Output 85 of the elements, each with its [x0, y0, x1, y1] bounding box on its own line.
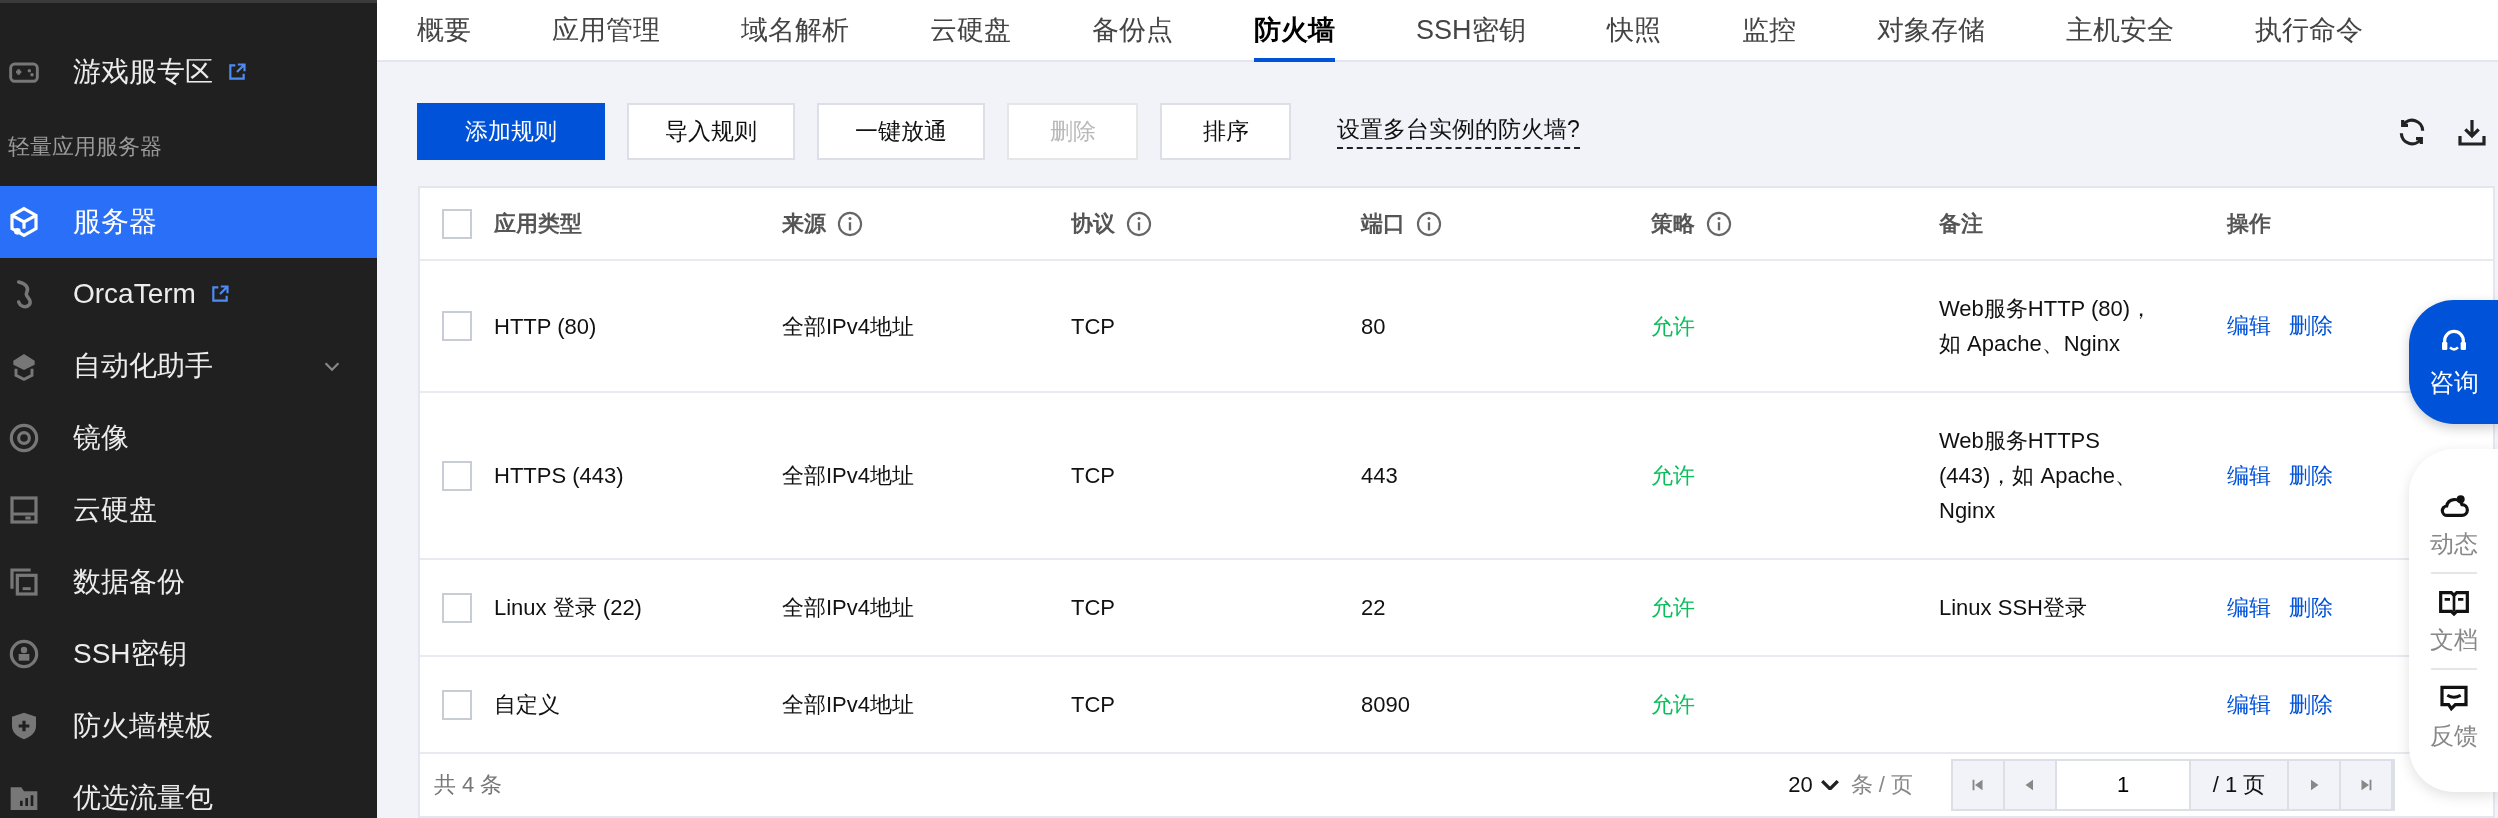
column-header: 备注: [1939, 209, 1983, 238]
side-panel-item[interactable]: 动态: [2429, 477, 2478, 572]
tab[interactable]: SSH密钥: [1416, 0, 1526, 62]
table-cell-text: 全部IPv4地址: [782, 691, 915, 719]
sidebar-item[interactable]: 防火墙模板: [0, 690, 377, 762]
sidebar-item[interactable]: 数据备份: [0, 546, 377, 618]
sidebar-item[interactable]: 云硬盘: [0, 474, 377, 546]
tab[interactable]: 域名解析: [741, 0, 849, 62]
tab[interactable]: 快照: [1606, 0, 1661, 62]
table-cell-text: 22: [1361, 594, 1386, 622]
action-link[interactable]: 删除: [2289, 311, 2333, 341]
table-cell-text: 8090: [1361, 691, 1410, 719]
column-header: 来源: [782, 209, 826, 238]
table-cell-text: 自定义: [494, 691, 560, 719]
sidebar-item[interactable]: SSH密钥: [0, 618, 377, 690]
tab[interactable]: 应用管理: [552, 0, 660, 62]
action-link[interactable]: 编辑: [2227, 311, 2271, 341]
action-link[interactable]: 编辑: [2227, 689, 2271, 720]
action-link[interactable]: 删除: [2289, 592, 2333, 623]
section-heading: 轻量应用服务器: [7, 133, 163, 161]
table-cell-text: Web服务HTTP (80)，如 Apache、Nginx: [1939, 295, 2154, 358]
sidebar-item[interactable]: 服务器: [0, 186, 377, 258]
cube-icon: [8, 206, 40, 238]
table-cell-text: 80: [1361, 312, 1386, 341]
table-cell-text: 全部IPv4地址: [782, 594, 915, 622]
column-header: 应用类型: [494, 209, 582, 238]
action-link[interactable]: 删除: [2289, 689, 2333, 720]
tab[interactable]: 备份点: [1092, 0, 1173, 62]
page-total: / 1 页: [2191, 761, 2289, 809]
toolbar-button[interactable]: 一键放通: [817, 103, 985, 160]
key-lock-icon: [8, 638, 40, 670]
toolbar-button[interactable]: 排序: [1160, 103, 1291, 160]
action-link[interactable]: 删除: [2289, 460, 2333, 491]
column-header: 端口: [1361, 209, 1405, 238]
table-cell-text: 全部IPv4地址: [782, 462, 915, 490]
per-page-label: 条 / 页: [1850, 771, 1913, 799]
checkbox[interactable]: [442, 208, 472, 239]
tab[interactable]: 监控: [1741, 0, 1796, 62]
checkbox[interactable]: [442, 689, 472, 720]
help-link[interactable]: 设置多台实例的防火墙?: [1337, 114, 1580, 149]
table-cell-text: 443: [1361, 462, 1398, 490]
tab[interactable]: 概要: [417, 0, 471, 62]
page-size-select[interactable]: 20: [1788, 772, 1839, 798]
table-cell-text: Linux 登录 (22): [494, 594, 642, 622]
status-text: 允许: [1651, 691, 1695, 719]
sidebar-item[interactable]: 游戏服专区: [0, 36, 377, 108]
checkbox[interactable]: [442, 311, 472, 341]
column-header: 策略: [1651, 209, 1695, 238]
table-cell-text: TCP: [1071, 594, 1115, 622]
column-header: 协议: [1071, 209, 1115, 238]
sidebar-item[interactable]: 优选流量包: [0, 762, 377, 818]
tab[interactable]: 对象存储: [1876, 0, 1985, 62]
table-cell-text: HTTPS (443): [494, 462, 624, 490]
table-cell-text: Linux SSH登录: [1939, 594, 2087, 622]
toolbar-button[interactable]: 导入规则: [627, 103, 795, 160]
toolbar-button[interactable]: 添加规则: [417, 103, 605, 160]
table-cell-text: HTTP (80): [494, 312, 597, 341]
table-cell-text: TCP: [1071, 312, 1115, 341]
total-count: 共 4 条: [434, 771, 503, 799]
table-cell-text: 全部IPv4地址: [782, 312, 915, 341]
status-text: 允许: [1651, 312, 1695, 341]
side-panel-item[interactable]: 文档: [2429, 573, 2478, 668]
action-link[interactable]: 编辑: [2227, 592, 2271, 623]
column-header: 操作: [2227, 209, 2271, 238]
tab[interactable]: 云硬盘: [930, 0, 1011, 62]
checkbox[interactable]: [442, 460, 472, 491]
chevron-icon: [1820, 780, 1839, 790]
checkbox[interactable]: [442, 592, 472, 623]
side-panel-item[interactable]: 反馈: [2429, 669, 2478, 764]
sidebar-item[interactable]: 自动化助手: [0, 330, 377, 402]
sidebar-item[interactable]: OrcaTerm: [0, 258, 377, 330]
disc-icon: [8, 422, 40, 454]
tab[interactable]: 执行命令: [2254, 0, 2363, 62]
table-cell-text: TCP: [1071, 462, 1115, 490]
status-text: 允许: [1651, 594, 1695, 622]
status-text: 允许: [1651, 462, 1695, 490]
backup-icon: [8, 566, 40, 598]
table-cell-text: TCP: [1071, 691, 1115, 719]
tab[interactable]: 防火墙: [1254, 0, 1335, 62]
action-link[interactable]: 编辑: [2227, 460, 2271, 491]
tab[interactable]: 主机安全: [2065, 0, 2174, 62]
table-cell-text: Web服务HTTPS (443)，如 Apache、Nginx: [1939, 427, 2139, 525]
page-input[interactable]: 1: [2057, 761, 2191, 809]
consult-button[interactable]: 咨询: [2409, 300, 2498, 424]
sidebar-item[interactable]: 镜像: [0, 402, 377, 474]
